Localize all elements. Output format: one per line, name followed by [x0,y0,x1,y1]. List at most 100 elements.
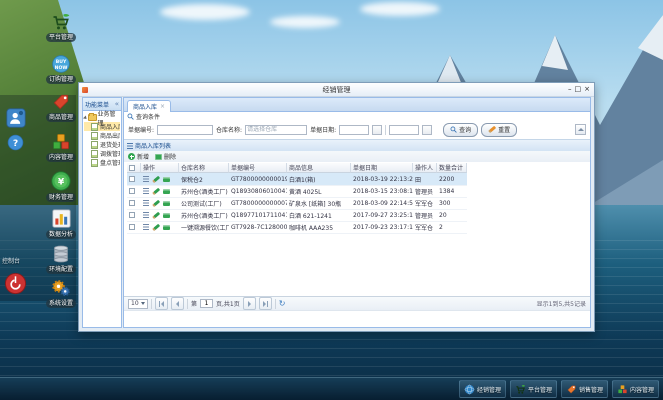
row-checkbox[interactable] [129,212,135,218]
reset-button[interactable]: 重置 [481,122,518,137]
desktop-icon-goods[interactable]: 商品管理 [42,92,80,122]
desktop-icon-order[interactable]: BUY NOW 订购管理 [42,54,80,84]
calendar-icon[interactable] [372,124,383,135]
print-icon[interactable] [163,200,170,206]
row-checkbox[interactable] [129,224,135,230]
desktop-icon-content[interactable]: 内容管理 [42,132,80,162]
print-icon[interactable] [163,176,170,182]
select-all-checkbox[interactable] [129,164,135,171]
desktop-icon-environment[interactable]: 环境配置 [42,244,80,274]
cell-warehouse: 保税仓2 [181,176,203,184]
column-header-product[interactable]: 商品信息 [287,163,351,173]
gears-icon [51,278,71,298]
edit-icon[interactable] [152,175,160,183]
prev-page-button[interactable] [171,297,184,310]
detail-icon[interactable] [143,212,149,218]
page-number-input[interactable] [200,299,214,308]
cell-operator: 军军仓 [415,224,434,232]
tree-item-stocktake[interactable]: 盘点管理 [84,158,120,167]
cell-warehouse: 公司测试(工厂) [181,200,222,208]
search-button[interactable]: 查询 [443,122,479,137]
edit-icon[interactable] [152,199,160,207]
collapse-panel-icon[interactable]: « [115,100,119,108]
detail-icon[interactable] [143,176,149,182]
cell-date: 2017-09-27 23:25:13 [353,211,413,219]
edit-icon[interactable] [152,223,160,231]
calendar-icon[interactable] [422,124,433,135]
edit-icon[interactable] [152,187,160,195]
date-to-input[interactable] [389,124,420,135]
power-icon[interactable] [4,272,27,295]
minimize-button[interactable]: – [568,85,572,94]
desktop-icon-settings[interactable]: 系统设置 [42,278,80,308]
help-icon[interactable]: ? [7,134,24,151]
row-actions [141,173,179,185]
maximize-button[interactable]: □ [575,85,582,94]
tree-item-transfer[interactable]: 调拨管理 [84,149,120,158]
table-row[interactable]: 一键溯源餐饮(工厂) GT7928-7C12800001 咖啡机 AAA235 … [127,221,467,234]
window-titlebar[interactable]: 经销管理 – □ × [79,83,594,97]
taskbar-item-platform[interactable]: 平台管理 [509,380,557,398]
tag-icon [566,384,577,395]
tree-item-returns[interactable]: 退货处理 [84,140,120,149]
print-icon[interactable] [163,188,170,194]
row-checkbox[interactable] [129,200,135,206]
doc-no-input[interactable] [157,124,214,135]
last-page-button[interactable] [258,297,272,310]
taskbar-item-distribution[interactable]: 经销管理 [458,380,506,398]
date-from-input[interactable] [339,124,370,135]
detail-icon[interactable] [143,188,149,194]
query-header: 查询条件 [124,111,590,121]
tree-root[interactable]: 业务管理 [83,111,120,127]
delete-button-label: 删除 [164,154,177,161]
column-header-operator[interactable]: 操作人 [413,163,437,173]
close-button[interactable]: × [584,85,590,94]
svg-text:?: ? [13,138,18,149]
row-checkbox[interactable] [129,176,135,182]
search-button-label: 查询 [459,127,472,134]
cell-total: 20 [439,211,447,219]
pager-separator [274,298,276,309]
column-header-date[interactable]: 单据日期 [351,163,413,173]
tree-item-outbound[interactable]: 商品出库 [84,131,120,140]
cell-total: 300 [439,199,451,207]
tab-close-icon[interactable]: × [160,103,165,110]
warehouse-input[interactable] [245,124,308,135]
desktop-icon-finance[interactable]: ¥ 财务管理 [42,170,80,202]
bar-chart-icon [51,208,72,229]
price-tag-icon [51,92,71,112]
refresh-icon[interactable]: ↻ [279,299,286,308]
column-header-total[interactable]: 数量合计 [437,163,467,173]
column-header-ops[interactable]: 操作 [141,163,179,173]
page-suffix-label: 页,共1页 [216,301,240,308]
detail-icon[interactable] [143,200,149,206]
column-header-warehouse[interactable]: 仓库名称 [179,163,229,173]
cell-code: GT78000000000074 [231,199,287,207]
add-button[interactable]: 新增 [128,152,149,161]
desktop-icon-analytics[interactable]: 数据分析 [42,208,80,239]
cell-code: Q18930806010041 [231,187,287,195]
collapse-query-button[interactable] [575,124,586,135]
taskbar-item-content[interactable]: 内容管理 [611,380,659,398]
desktop-icon-label: 内容管理 [45,153,76,162]
desktop-icon-label: 商品管理 [45,113,76,122]
first-page-button[interactable] [155,297,168,310]
tree-item-inbound[interactable]: 商品入库 [84,122,120,131]
desktop-icon-label: 系统设置 [45,299,76,308]
taskbar-item-sales[interactable]: 销售管理 [560,380,608,398]
edit-icon[interactable] [152,211,160,219]
column-header-code[interactable]: 单据编号 [229,163,287,173]
user-info-icon[interactable] [6,108,26,128]
svg-text:¥: ¥ [58,177,65,188]
print-icon[interactable] [163,224,170,230]
desktop-icon-platform[interactable]: 平台管理 [42,12,80,42]
page-size-value: 10 [131,300,139,307]
print-icon[interactable] [163,212,170,218]
doc-no-label: 单据编号: [128,127,155,134]
row-checkbox[interactable] [129,188,135,194]
detail-icon[interactable] [143,224,149,230]
delete-button[interactable]: 删除 [155,152,176,161]
row-actions [141,221,179,233]
page-size-select[interactable]: 10 [128,298,148,309]
next-page-button[interactable] [242,297,256,310]
